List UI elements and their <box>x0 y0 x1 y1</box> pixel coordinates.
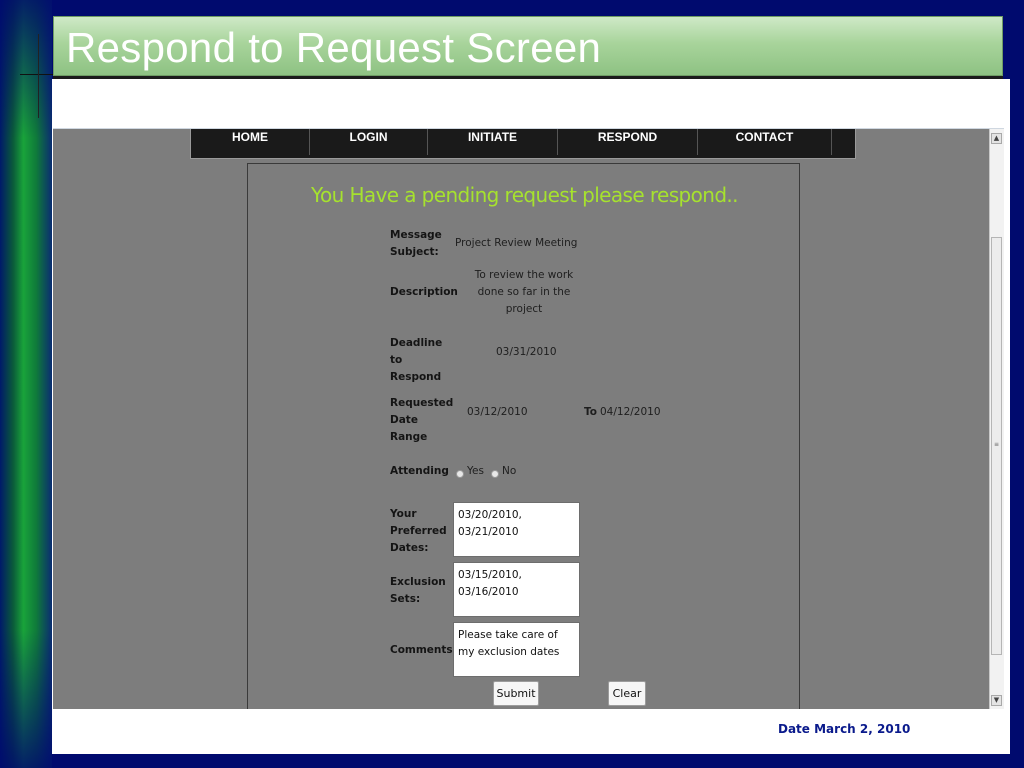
scrollbar-thumb[interactable]: ≡ <box>991 237 1002 655</box>
submit-button[interactable]: Submit <box>493 681 539 706</box>
clear-button[interactable]: Clear <box>608 681 646 706</box>
vertical-scrollbar[interactable]: ▲ ≡ ▼ <box>989 129 1004 709</box>
browser-screenshot: HOME LOGIN INITIATE RESPOND CONTACT You … <box>53 129 1004 709</box>
comments-textarea[interactable]: Please take care of my exclusion dates <box>453 622 580 677</box>
nav-end-cap <box>831 129 856 155</box>
date-range-to-value: 04/12/2010 <box>600 406 661 418</box>
exclusion-sets-label: Exclusion Sets: <box>390 576 446 605</box>
attending-label: Attending <box>390 465 449 477</box>
slide-title-bar: Respond to Request Screen <box>53 16 1003 76</box>
attending-no-radio[interactable] <box>491 470 499 478</box>
respond-form-panel: You Have a pending request please respon… <box>247 163 800 709</box>
attending-yes-label: Yes <box>467 465 484 477</box>
scroll-up-arrow-icon[interactable]: ▲ <box>991 133 1002 144</box>
description-label: Description <box>390 286 458 298</box>
nav-item-login[interactable]: LOGIN <box>310 129 428 155</box>
top-navigation-bar: HOME LOGIN INITIATE RESPOND CONTACT <box>190 129 856 159</box>
title-bar-shadow <box>53 76 1003 79</box>
deadline-label: Deadline to Respond <box>390 337 443 383</box>
scroll-down-arrow-icon[interactable]: ▼ <box>991 695 1002 706</box>
slide-title: Respond to Request Screen <box>66 24 602 71</box>
description-value: To review the work done so far in the pr… <box>474 269 574 315</box>
message-subject-label: Message Subject: <box>390 229 442 258</box>
preferred-dates-label: Your Preferred Dates: <box>390 508 447 554</box>
attending-yes-radio[interactable] <box>456 470 464 478</box>
scroll-grip-icon: ≡ <box>994 441 1000 448</box>
date-range-to-label: To <box>584 406 597 418</box>
nav-item-home[interactable]: HOME <box>191 129 310 155</box>
decorative-crosshair-vertical <box>38 34 39 118</box>
date-range-from-value: 03/12/2010 <box>467 406 528 418</box>
comments-label: Comments: <box>390 644 457 656</box>
date-range-label: Requested Date Range <box>390 397 454 443</box>
nav-item-initiate[interactable]: INITIATE <box>428 129 558 155</box>
page-heading: You Have a pending request please respon… <box>311 183 739 207</box>
decorative-crosshair-horizontal <box>20 74 54 75</box>
attending-no-label: No <box>502 465 517 477</box>
preferred-dates-textarea[interactable]: 03/20/2010, 03/21/2010 <box>453 502 580 557</box>
slide-left-gradient-band <box>0 0 52 768</box>
exclusion-sets-textarea[interactable]: 03/15/2010, 03/16/2010 <box>453 562 580 617</box>
nav-item-contact[interactable]: CONTACT <box>698 129 831 155</box>
nav-item-respond[interactable]: RESPOND <box>558 129 698 155</box>
deadline-value: 03/31/2010 <box>496 346 557 358</box>
footer-date: Date March 2, 2010 <box>778 722 911 736</box>
message-subject-value: Project Review Meeting <box>455 237 578 249</box>
